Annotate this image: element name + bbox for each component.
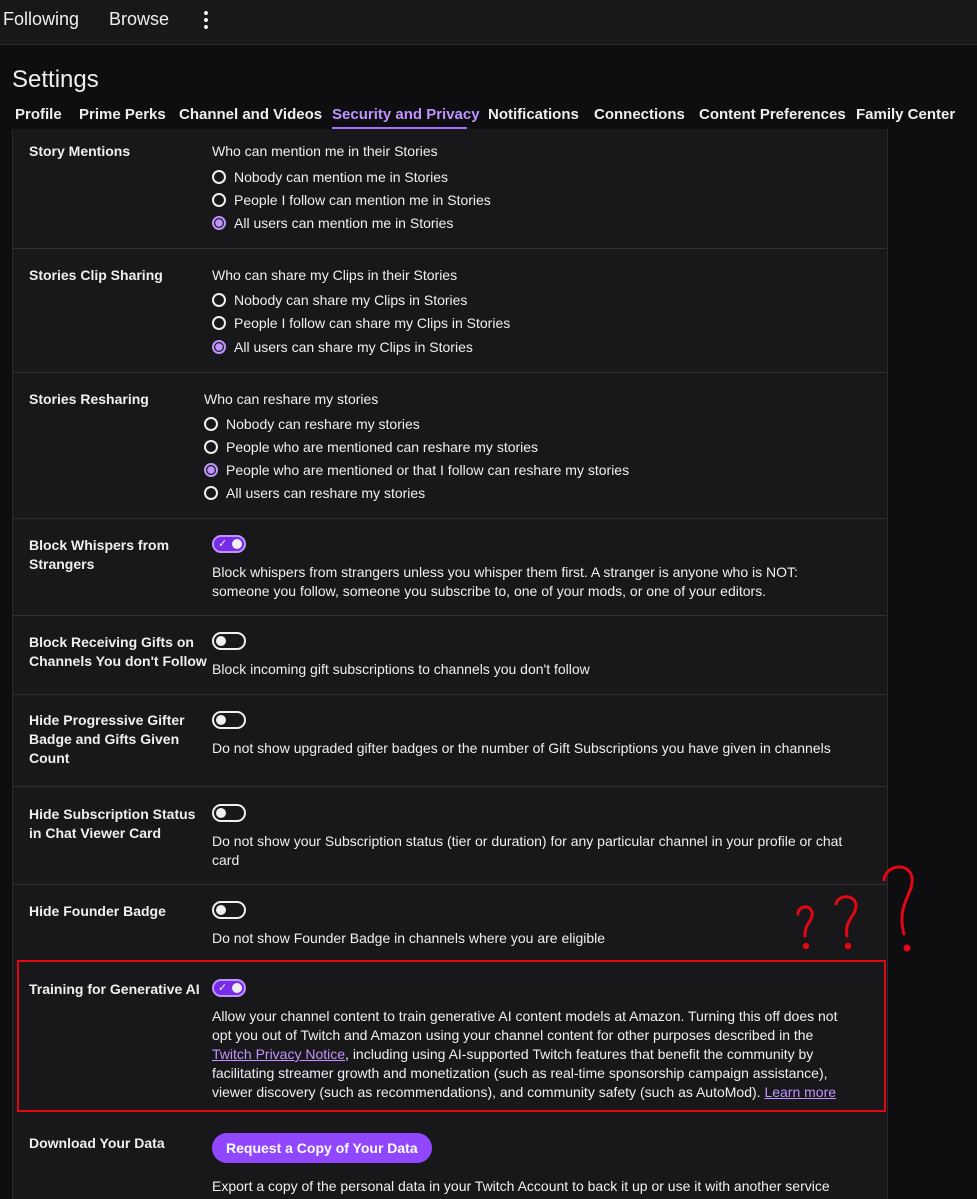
block-whispers-description: Block whispers from strangers unless you…	[212, 564, 798, 599]
radio-icon	[204, 417, 218, 431]
tab-channel-and-videos[interactable]: Channel and Videos	[179, 106, 322, 123]
tab-profile[interactable]: Profile	[15, 106, 62, 123]
top-nav-bar: Following Browse	[0, 0, 977, 45]
radio-icon	[204, 486, 218, 500]
radio-selected-icon	[204, 463, 218, 477]
hide-founder-label: Hide Founder Badge	[29, 903, 166, 919]
block-gifts-toggle[interactable]	[212, 632, 246, 650]
radio-clip-sharing-all[interactable]: All users can share my Clips in Stories	[212, 339, 473, 355]
download-data-label: Download Your Data	[29, 1135, 165, 1151]
privacy-notice-link[interactable]: Twitch Privacy Notice	[212, 1046, 345, 1062]
resharing-question: Who can reshare my stories	[204, 391, 379, 407]
radio-story-mentions-follow[interactable]: People I follow can mention me in Storie…	[212, 192, 491, 208]
hide-founder-description: Do not show Founder Badge in channels wh…	[212, 930, 606, 946]
download-data-description: Export a copy of the personal data in yo…	[212, 1178, 830, 1194]
radio-icon	[212, 193, 226, 207]
radio-resharing-all[interactable]: All users can reshare my stories	[204, 485, 425, 501]
hide-gifter-toggle[interactable]	[212, 711, 246, 729]
hide-gifter-label: Hide Progressive Gifter Badge and Gifts G…	[29, 712, 185, 766]
divider	[13, 786, 886, 787]
hide-founder-toggle[interactable]	[212, 901, 246, 919]
hide-sub-status-toggle[interactable]	[212, 804, 246, 822]
divider	[13, 248, 886, 249]
nav-following[interactable]: Following	[3, 9, 79, 30]
question-marks-annotation	[796, 865, 914, 952]
radio-icon	[204, 440, 218, 454]
radio-story-mentions-nobody[interactable]: Nobody can mention me in Stories	[212, 169, 448, 185]
gen-ai-toggle[interactable]: ✓	[212, 979, 246, 997]
check-icon: ✓	[218, 538, 228, 550]
block-whispers-toggle[interactable]: ✓	[212, 535, 246, 553]
nav-browse[interactable]: Browse	[109, 9, 169, 30]
tab-connections[interactable]: Connections	[594, 106, 685, 123]
story-mentions-label: Story Mentions	[29, 143, 131, 159]
block-gifts-label: Block Receiving Gifts on Channels You don…	[29, 634, 207, 669]
radio-icon	[212, 316, 226, 330]
tab-notifications[interactable]: Notifications	[488, 106, 579, 123]
hide-sub-status-label: Hide Subscription Status in Chat Viewer C…	[29, 806, 196, 841]
divider	[13, 518, 886, 519]
radio-selected-icon	[212, 216, 226, 230]
radio-clip-sharing-follow[interactable]: People I follow can share my Clips in St…	[212, 315, 510, 331]
tab-family-center[interactable]: Family Center	[856, 106, 955, 123]
radio-clip-sharing-nobody[interactable]: Nobody can share my Clips in Stories	[212, 292, 467, 308]
divider	[13, 884, 886, 885]
resharing-label: Stories Resharing	[29, 391, 149, 407]
divider	[13, 615, 886, 616]
radio-selected-icon	[212, 340, 226, 354]
page-title: Settings	[12, 66, 99, 93]
clip-sharing-question: Who can share my Clips in their Stories	[212, 267, 458, 283]
block-gifts-description: Block incoming gift subscriptions to cha…	[212, 661, 590, 677]
radio-resharing-nobody[interactable]: Nobody can reshare my stories	[204, 416, 420, 432]
gen-ai-description: Allow your channel content to train gene…	[212, 1008, 838, 1100]
radio-icon	[212, 170, 226, 184]
hide-gifter-description: Do not show upgraded gifter badges or th…	[212, 740, 831, 756]
radio-resharing-mentioned[interactable]: People who are mentioned can reshare my …	[204, 439, 538, 455]
hide-sub-status-description: Do not show your Subscription status (ti…	[212, 833, 843, 868]
story-mentions-question: Who can mention me in their Stories	[212, 143, 438, 159]
tab-content-preferences[interactable]: Content Preferences	[699, 106, 846, 123]
learn-more-link[interactable]: Learn more	[764, 1084, 836, 1100]
radio-story-mentions-all[interactable]: All users can mention me in Stories	[212, 215, 453, 231]
radio-icon	[212, 293, 226, 307]
tab-security-and-privacy[interactable]: Security and Privacy	[332, 106, 480, 123]
radio-resharing-mentioned-or-follow[interactable]: People who are mentioned or that I follo…	[204, 462, 629, 478]
gen-ai-label: Training for Generative AI	[29, 981, 200, 997]
block-whispers-label: Block Whispers from Strangers	[29, 537, 170, 572]
clip-sharing-label: Stories Clip Sharing	[29, 267, 163, 283]
divider	[13, 372, 886, 373]
tab-prime-perks[interactable]: Prime Perks	[79, 106, 166, 123]
more-options-icon[interactable]	[198, 8, 214, 32]
check-icon: ✓	[218, 982, 228, 994]
divider	[13, 694, 886, 695]
request-data-copy-button[interactable]: Request a Copy of Your Data	[212, 1133, 432, 1163]
